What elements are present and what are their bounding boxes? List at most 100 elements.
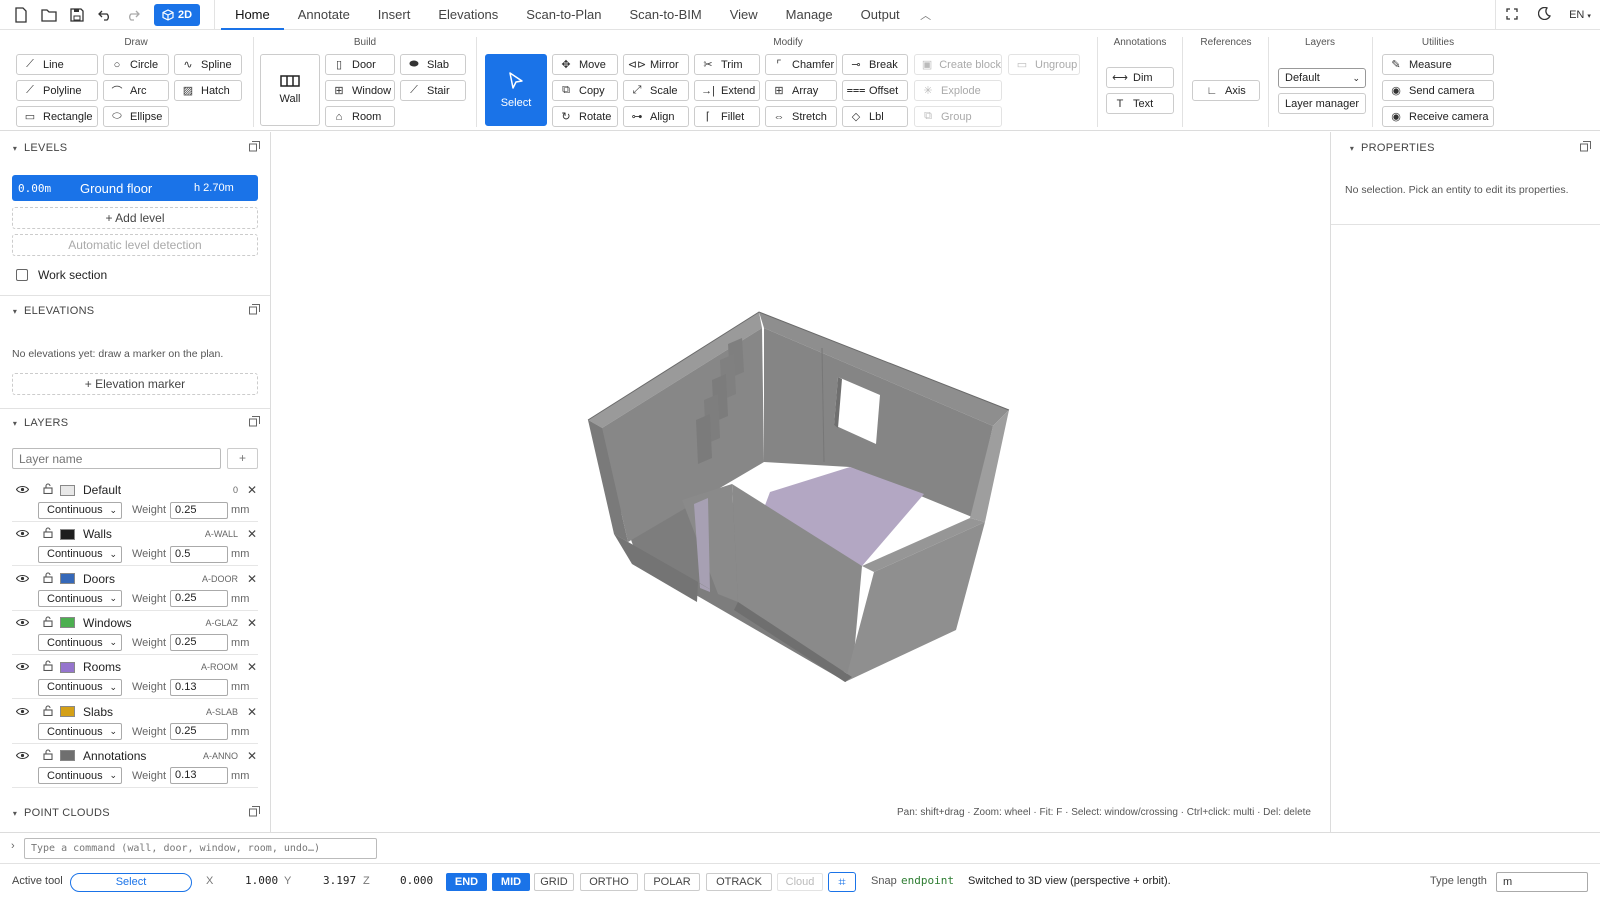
weight-input[interactable]: 0.5 — [170, 545, 229, 563]
snap-toggle-end[interactable]: END — [446, 873, 487, 891]
delete-layer-icon[interactable]: ✕ — [246, 660, 258, 674]
door-button[interactable]: ▯ Door — [325, 54, 395, 75]
axis-button[interactable]: ∟ Axis — [1192, 80, 1260, 101]
delete-layer-icon[interactable]: ✕ — [246, 705, 258, 719]
eye-icon[interactable] — [12, 616, 32, 630]
tab-annotate[interactable]: Annotate — [284, 0, 364, 30]
tab-elevations[interactable]: Elevations — [424, 0, 512, 30]
receive-camera-button[interactable]: ◉ Receive camera — [1382, 106, 1494, 127]
stair-button[interactable]: ⟋ Stair — [400, 80, 466, 101]
offset-button[interactable]: ⩶ Offset — [842, 80, 908, 101]
layer-row[interactable]: Annotations A-ANNO ✕ Continuous ⌄ Weight 0.13 m… — [12, 743, 258, 788]
3d-viewport[interactable]: Pan: shift+drag · Zoom: wheel · Fit: F ·… — [272, 132, 1329, 832]
redo-icon[interactable] — [122, 4, 144, 26]
snap-toggle-cloud[interactable]: Cloud — [777, 873, 823, 891]
current-layer-select[interactable]: Default ⌄ — [1278, 68, 1366, 88]
rotate-button[interactable]: ↻ Rotate — [552, 106, 618, 127]
save-icon[interactable] — [66, 4, 88, 26]
level-row-ground-floor[interactable]: 0.00m Ground floor h 2.70m — [12, 175, 258, 201]
collapse-ribbon-icon[interactable]: ︿ — [914, 7, 938, 23]
measure-button[interactable]: ✎ Measure — [1382, 54, 1494, 75]
weight-input[interactable]: 0.13 — [170, 678, 229, 696]
layer-color-swatch[interactable] — [60, 661, 75, 673]
ellipse-button[interactable]: ⬭ Ellipse — [103, 106, 169, 127]
delete-layer-icon[interactable]: ✕ — [246, 749, 258, 763]
layer-color-swatch[interactable] — [60, 573, 75, 585]
dark-mode-icon[interactable] — [1528, 6, 1560, 23]
popout-icon[interactable] — [249, 416, 260, 430]
circle-button[interactable]: ○ Circle — [103, 54, 169, 75]
explode-button[interactable]: ✳ Explode — [914, 80, 1002, 101]
mirror-button[interactable]: ⊲⊳ Mirror — [623, 54, 689, 75]
scale-button[interactable]: ⤢ Scale — [623, 80, 689, 101]
dim-button[interactable]: ⟷ Dim — [1106, 67, 1174, 88]
lock-icon[interactable] — [36, 704, 60, 719]
undo-icon[interactable] — [94, 4, 116, 26]
tab-scan-to-plan[interactable]: Scan-to-Plan — [512, 0, 615, 30]
linetype-select[interactable]: Continuous ⌄ — [38, 590, 122, 608]
grid-snap-icon[interactable]: ⌗ — [828, 872, 856, 892]
snap-toggle-otrack[interactable]: OTRACK — [706, 873, 772, 891]
point-clouds-header[interactable]: ▾ POINT CLOUDS — [0, 799, 270, 827]
weight-input[interactable]: 0.25 — [170, 590, 229, 608]
open-folder-icon[interactable] — [38, 4, 60, 26]
wall-button[interactable]: Wall — [260, 54, 320, 126]
linetype-select[interactable]: Continuous ⌄ — [38, 767, 122, 785]
view-mode-toggle[interactable]: 2D — [154, 3, 201, 26]
layer-row[interactable]: Slabs A-SLAB ✕ Continuous ⌄ Weight 0.25 mm — [12, 699, 258, 744]
elevations-header[interactable]: ▾ ELEVATIONS — [0, 297, 270, 325]
linetype-select[interactable]: Continuous ⌄ — [38, 501, 122, 519]
snap-toggle-ortho[interactable]: ORTHO — [580, 873, 638, 891]
lock-icon[interactable] — [36, 572, 60, 586]
lock-icon[interactable] — [36, 749, 60, 763]
eye-icon[interactable] — [12, 660, 32, 674]
weight-input[interactable]: 0.13 — [170, 767, 229, 785]
room-button[interactable]: ⌂ Room — [325, 106, 395, 127]
lock-icon[interactable] — [36, 483, 60, 497]
copy-button[interactable]: ⧉ Copy — [552, 80, 618, 101]
select-button[interactable]: Select — [485, 54, 547, 126]
weight-input[interactable]: 0.25 — [170, 723, 229, 740]
snap-toggle-mid[interactable]: MID — [492, 873, 530, 891]
eye-icon[interactable] — [12, 705, 32, 719]
add-elevation-marker-button[interactable]: + Elevation marker — [12, 373, 258, 395]
text-button[interactable]: T Text — [1106, 93, 1174, 114]
ungroup-button[interactable]: ▭ Ungroup — [1008, 54, 1080, 75]
layer-row[interactable]: Windows A-GLAZ ✕ Continuous ⌄ Weight 0.25 mm — [12, 610, 258, 655]
lock-icon[interactable] — [36, 660, 60, 674]
add-layer-button[interactable]: + — [227, 448, 258, 469]
layer-row[interactable]: Rooms A-ROOM ✕ Continuous ⌄ Weight 0.13 mm — [12, 654, 258, 700]
label-button[interactable]: ◇ Lbl — [842, 106, 908, 127]
tab-scan-to-bim[interactable]: Scan-to-BIM — [615, 0, 715, 30]
eye-icon[interactable] — [12, 527, 32, 541]
extend-button[interactable]: →| Extend — [694, 80, 760, 101]
layer-color-swatch[interactable] — [60, 484, 75, 496]
command-input[interactable]: Type a command (wall, door, window, room… — [24, 838, 377, 859]
active-tool-pill[interactable]: Select — [70, 873, 192, 892]
layer-color-swatch[interactable] — [60, 617, 75, 629]
delete-layer-icon[interactable]: ✕ — [246, 527, 258, 541]
chamfer-button[interactable]: ⌜ Chamfer — [765, 54, 837, 75]
add-level-button[interactable]: + Add level — [12, 207, 258, 229]
layer-name-input[interactable] — [12, 448, 221, 469]
group-button[interactable]: ⧉ Group — [914, 106, 1002, 127]
layer-row[interactable]: Default 0 ✕ Continuous ⌄ Weight 0.25 mm — [12, 477, 258, 522]
type-length-input[interactable]: m — [1496, 872, 1588, 892]
linetype-select[interactable]: Continuous ⌄ — [38, 678, 122, 696]
delete-layer-icon[interactable]: ✕ — [246, 572, 258, 586]
move-button[interactable]: ✥ Move — [552, 54, 618, 75]
break-button[interactable]: ⊸ Break — [842, 54, 908, 75]
popout-icon[interactable] — [249, 806, 260, 820]
layer-row[interactable]: Doors A-DOOR ✕ Continuous ⌄ Weight 0.25 mm — [12, 566, 258, 611]
tab-output[interactable]: Output — [847, 0, 914, 30]
stretch-button[interactable]: ⇔ Stretch — [765, 106, 837, 127]
eye-icon[interactable] — [12, 483, 32, 497]
work-section-toggle[interactable]: Work section — [16, 268, 107, 282]
work-section-checkbox[interactable] — [16, 269, 28, 281]
popout-icon[interactable] — [249, 304, 260, 318]
fullscreen-icon[interactable] — [1496, 7, 1528, 23]
properties-header[interactable]: ▾ PROPERTIES — [1337, 134, 1600, 162]
snap-toggle-polar[interactable]: POLAR — [644, 873, 700, 891]
levels-header[interactable]: ▾ LEVELS — [0, 134, 270, 162]
snap-toggle-grid[interactable]: GRID — [534, 873, 574, 891]
